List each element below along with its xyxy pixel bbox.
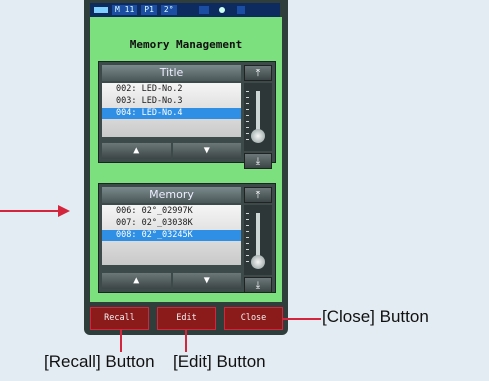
top-arrow-icon: ⤒: [255, 68, 261, 79]
up-arrow-icon: ▲: [133, 145, 140, 156]
scroll-up-button[interactable]: ▲: [102, 143, 171, 159]
memory-list[interactable]: 006: 02°_02997K 007: 02°_03038K 008: 02°…: [102, 205, 241, 265]
title-list[interactable]: 002: LED-No.2 003: LED-No.3 004: LED-No.…: [102, 83, 241, 137]
memory-scroll-controls: ⤒ ⤓: [244, 187, 272, 293]
bottom-arrow-icon: ⤓: [255, 156, 261, 167]
edit-callout-label: [Edit] Button: [173, 352, 266, 371]
recall-callout-label: [Recall] Button: [44, 352, 155, 371]
status-item: P1: [141, 5, 157, 15]
edit-callout-line: [185, 330, 187, 352]
up-arrow-icon: ▲: [133, 275, 140, 286]
slider-ticks: [246, 213, 249, 263]
bottom-arrow-icon: ⤓: [255, 280, 261, 291]
title-panel: Title 002: LED-No.2 003: LED-No.3 004: L…: [98, 61, 276, 169]
memory-panel-header: Memory: [102, 187, 241, 203]
list-item[interactable]: 006: 02°_02997K: [102, 206, 241, 217]
recall-button[interactable]: Recall: [90, 307, 149, 330]
scroll-top-button[interactable]: ⤒: [244, 65, 272, 81]
slider-knob[interactable]: [251, 255, 265, 269]
list-item[interactable]: 007: 02°_03038K: [102, 218, 241, 229]
close-callout-label: [Close] Button: [322, 307, 429, 326]
signal-icon: [236, 6, 245, 14]
list-item[interactable]: 002: LED-No.2: [102, 84, 241, 95]
list-item-selected[interactable]: 004: LED-No.4: [102, 108, 241, 119]
edit-button[interactable]: Edit: [157, 307, 216, 330]
slider-knob[interactable]: [251, 129, 265, 143]
slider-ticks: [246, 91, 249, 141]
pointer-line: [0, 210, 58, 212]
title-scroll-controls: ⤒ ⤓: [244, 65, 272, 169]
top-arrow-icon: ⤒: [255, 190, 261, 201]
scroll-top-button[interactable]: ⤒: [244, 187, 272, 203]
close-callout-line: [283, 318, 321, 320]
status-bar: M 11 P1 2°: [90, 3, 280, 17]
battery-icon: [94, 7, 108, 13]
down-arrow-icon: ▼: [203, 145, 210, 156]
memory-panel: Memory 006: 02°_02997K 007: 02°_03038K 0…: [98, 183, 276, 293]
memory-slider[interactable]: [244, 205, 272, 275]
pointer-arrowhead: [58, 205, 70, 217]
record-icon: [218, 7, 225, 13]
list-item-selected[interactable]: 008: 02°_03245K: [102, 230, 241, 241]
recall-callout-line: [120, 330, 122, 352]
status-item: M 11: [112, 5, 138, 15]
list-item[interactable]: 003: LED-No.3: [102, 96, 241, 107]
title-panel-header: Title: [102, 65, 241, 81]
status-indicator-icon: [198, 6, 209, 14]
scroll-down-button[interactable]: ▼: [172, 273, 241, 289]
title-nav: ▲ ▼: [102, 143, 241, 159]
status-item: 2°: [160, 5, 177, 15]
screen-title: Memory Management: [129, 38, 243, 51]
screen: Memory Management Title 002: LED-No.2 00…: [90, 17, 282, 302]
scroll-bottom-button[interactable]: ⤓: [244, 277, 272, 293]
scroll-up-button[interactable]: ▲: [102, 273, 171, 289]
down-arrow-icon: ▼: [203, 275, 210, 286]
memory-nav: ▲ ▼: [102, 273, 241, 289]
title-slider[interactable]: [244, 83, 272, 151]
scroll-bottom-button[interactable]: ⤓: [244, 153, 272, 169]
close-button[interactable]: Close: [224, 307, 283, 330]
scroll-down-button[interactable]: ▼: [172, 143, 241, 159]
